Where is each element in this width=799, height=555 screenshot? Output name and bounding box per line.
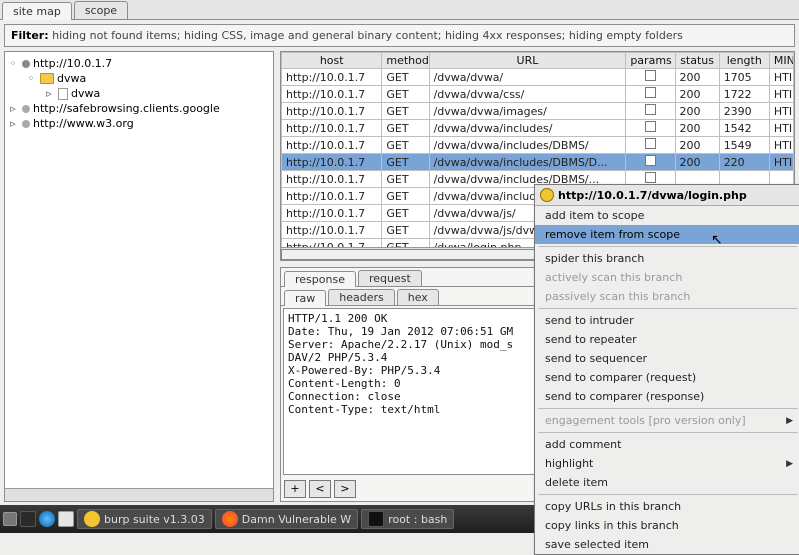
params-checkbox[interactable] — [645, 155, 656, 166]
tab-request[interactable]: request — [358, 270, 422, 286]
submenu-arrow-icon: ▶ — [786, 416, 793, 426]
table-row[interactable]: http://10.0.1.7GET/dvwa/dvwa/includes/20… — [282, 120, 794, 137]
tab-sitemap[interactable]: site map — [2, 2, 72, 20]
terminal-launcher-icon[interactable] — [20, 511, 36, 527]
ctx-copy-links[interactable]: copy links in this branch — [535, 516, 799, 535]
taskbar-firefox[interactable]: Damn Vulnerable W — [215, 509, 358, 529]
filter-bar[interactable]: Filter: hiding not found items; hiding C… — [4, 24, 795, 47]
submenu-arrow-icon: ▶ — [786, 459, 793, 469]
col-mime[interactable]: MIN — [769, 53, 793, 69]
col-params[interactable]: params — [626, 53, 675, 69]
taskbar-terminal[interactable]: root : bash — [361, 509, 454, 529]
tree-pane: ◦http://10.0.1.7 ◦dvwa ▹dvwa ▹http://saf… — [4, 51, 274, 502]
table-row[interactable]: http://10.0.1.7GET/dvwa/dvwa/includes/DB… — [282, 137, 794, 154]
ctx-comparer-resp[interactable]: send to comparer (response) — [535, 387, 799, 406]
col-length[interactable]: length — [719, 53, 769, 69]
table-row[interactable]: http://10.0.1.7GET/dvwa/dvwa/includes/DB… — [282, 154, 794, 171]
table-row[interactable]: http://10.0.1.7GET/dvwa/dvwa/images/2002… — [282, 103, 794, 120]
collapse-icon[interactable]: ◦ — [7, 57, 19, 70]
host-icon — [22, 60, 30, 68]
table-header-row: host method URL params status length MIN — [282, 53, 794, 69]
tree-label: http://safebrowsing.clients.google — [33, 102, 220, 115]
ctx-separator — [538, 408, 798, 409]
ctx-separator — [538, 246, 798, 247]
ctx-remove-scope[interactable]: remove item from scope — [535, 225, 799, 244]
filter-text: hiding not found items; hiding CSS, imag… — [52, 29, 683, 42]
filter-label: Filter: — [11, 29, 49, 42]
context-menu-title: http://10.0.1.7/dvwa/login.php — [535, 185, 799, 206]
file-icon — [58, 88, 68, 100]
expand-icon[interactable]: ▹ — [7, 102, 19, 115]
ctx-save-selected[interactable]: save selected item — [535, 535, 799, 554]
tree-hscrollbar[interactable] — [5, 488, 273, 501]
col-host[interactable]: host — [282, 53, 382, 69]
tree-label: dvwa — [71, 87, 100, 100]
tab-scope[interactable]: scope — [74, 1, 128, 19]
tab-hex[interactable]: hex — [397, 289, 439, 305]
params-checkbox[interactable] — [645, 104, 656, 115]
tree-node-file-dvwa[interactable]: ▹ dvwa — [7, 86, 271, 101]
ctx-separator — [538, 494, 798, 495]
ctx-active-scan: actively scan this branch — [535, 268, 799, 287]
web-launcher-icon[interactable] — [39, 511, 55, 527]
tree-node-folder-dvwa[interactable]: ◦ dvwa — [7, 71, 271, 86]
tree-node-host2[interactable]: ▹ http://safebrowsing.clients.google — [7, 101, 271, 116]
ctx-separator — [538, 308, 798, 309]
params-checkbox[interactable] — [645, 138, 656, 149]
ctx-passive-scan: passively scan this branch — [535, 287, 799, 306]
host-icon — [22, 105, 30, 113]
top-tabs: site map scope — [0, 0, 799, 20]
terminal-icon — [368, 511, 384, 527]
ctx-intruder[interactable]: send to intruder — [535, 311, 799, 330]
expand-icon[interactable]: ▹ — [43, 87, 55, 100]
ctx-add-comment[interactable]: add comment — [535, 435, 799, 454]
table-row[interactable]: http://10.0.1.7GET/dvwa/dvwa/css/2001722… — [282, 86, 794, 103]
collapse-icon[interactable]: ◦ — [25, 72, 37, 85]
col-status[interactable]: status — [675, 53, 719, 69]
folder-icon — [40, 73, 54, 84]
ctx-add-scope[interactable]: add item to scope — [535, 206, 799, 225]
table-row[interactable]: http://10.0.1.7GET/dvwa/dvwa/2001705HTI — [282, 69, 794, 86]
params-checkbox[interactable] — [645, 121, 656, 132]
ctx-engagement: engagement tools [pro version only]▶ — [535, 411, 799, 430]
ctx-comparer-req[interactable]: send to comparer (request) — [535, 368, 799, 387]
tab-response[interactable]: response — [284, 271, 356, 287]
firefox-icon — [222, 511, 238, 527]
col-method[interactable]: method — [382, 53, 429, 69]
tree-node-host1[interactable]: ◦ http://10.0.1.7 — [7, 56, 271, 71]
host-icon — [22, 120, 30, 128]
tree-label: http://www.w3.org — [33, 117, 134, 130]
tab-headers[interactable]: headers — [328, 289, 394, 305]
search-next-button[interactable]: > — [334, 480, 356, 498]
ctx-delete[interactable]: delete item — [535, 473, 799, 492]
search-plus-button[interactable]: + — [284, 480, 306, 498]
tab-raw[interactable]: raw — [284, 290, 326, 306]
col-url[interactable]: URL — [429, 53, 626, 69]
ctx-copy-urls[interactable]: copy URLs in this branch — [535, 497, 799, 516]
params-checkbox[interactable] — [645, 172, 656, 183]
start-menu-icon[interactable] — [3, 512, 17, 526]
taskbar-burp[interactable]: burp suite v1.3.03 — [77, 509, 212, 529]
expand-icon[interactable]: ▹ — [7, 117, 19, 130]
files-launcher-icon[interactable] — [58, 511, 74, 527]
burp-icon — [540, 188, 554, 202]
ctx-spider[interactable]: spider this branch — [535, 249, 799, 268]
ctx-sequencer[interactable]: send to sequencer — [535, 349, 799, 368]
tree-label: dvwa — [57, 72, 86, 85]
context-menu: http://10.0.1.7/dvwa/login.php add item … — [534, 184, 799, 555]
ctx-highlight[interactable]: highlight▶ — [535, 454, 799, 473]
params-checkbox[interactable] — [645, 87, 656, 98]
ctx-repeater[interactable]: send to repeater — [535, 330, 799, 349]
tree-node-host3[interactable]: ▹ http://www.w3.org — [7, 116, 271, 131]
ctx-separator — [538, 432, 798, 433]
burp-icon — [84, 511, 100, 527]
search-prev-button[interactable]: < — [309, 480, 331, 498]
params-checkbox[interactable] — [645, 70, 656, 81]
tree-label: http://10.0.1.7 — [33, 57, 112, 70]
